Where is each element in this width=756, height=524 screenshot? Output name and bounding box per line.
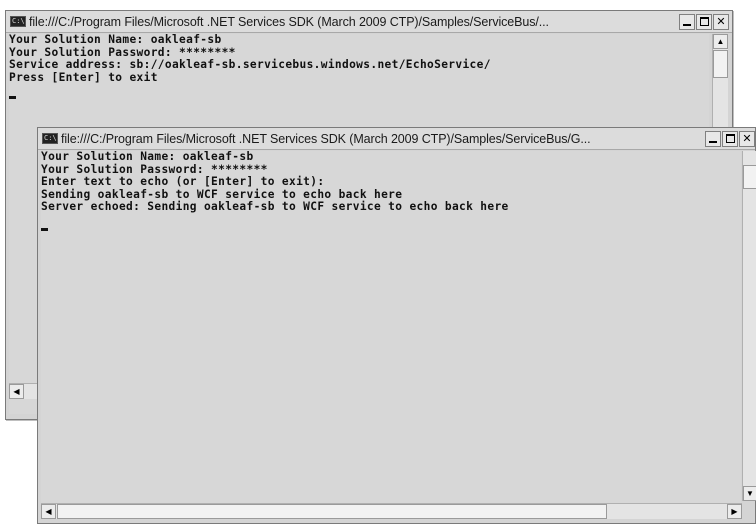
minimize-button[interactable]: [705, 130, 721, 147]
console-line: Your Solution Name: oakleaf-sb: [41, 151, 254, 163]
minimize-button[interactable]: [679, 13, 695, 30]
title-bar[interactable]: C:\ file:///C:/Program Files/Microsoft .…: [6, 11, 732, 33]
close-button[interactable]: ✕: [739, 130, 755, 147]
scroll-up-button[interactable]: ▲: [713, 34, 728, 49]
close-icon: ✕: [742, 131, 752, 145]
maximize-button[interactable]: [722, 130, 738, 147]
scroll-left-button[interactable]: ◀: [9, 384, 24, 399]
title-bar[interactable]: C:\ file:///C:/Program Files/Microsoft .…: [38, 128, 755, 150]
console-icon: C:\: [42, 133, 58, 144]
console-line: Press [Enter] to exit: [9, 70, 158, 84]
scroll-left-button[interactable]: ◀: [41, 504, 56, 519]
maximize-button[interactable]: [696, 13, 712, 30]
console-output[interactable]: Your Solution Name: oakleaf-sb Your Solu…: [41, 151, 741, 503]
window-title: file:///C:/Program Files/Microsoft .NET …: [61, 131, 591, 146]
console-line: Enter text to echo (or [Enter] to exit):: [41, 175, 325, 189]
scroll-thumb[interactable]: [743, 165, 756, 189]
console-icon: C:\: [10, 16, 26, 27]
window-title: file:///C:/Program Files/Microsoft .NET …: [29, 14, 549, 29]
close-icon: ✕: [716, 14, 726, 28]
console-line: Service address: sb://oakleaf-sb.service…: [9, 58, 491, 72]
scroll-down-button[interactable]: ▼: [743, 486, 756, 501]
text-cursor: [9, 96, 16, 100]
vertical-scrollbar[interactable]: ▼: [742, 151, 756, 501]
horizontal-scrollbar[interactable]: ◀ ▶: [41, 503, 742, 519]
console-line: Your Solution Name: oakleaf-sb: [9, 34, 222, 46]
scroll-right-button[interactable]: ▶: [727, 504, 742, 519]
console-line: Server echoed: Sending oakleaf-sb to WCF…: [41, 200, 509, 214]
console-window-client[interactable]: C:\ file:///C:/Program Files/Microsoft .…: [37, 127, 756, 524]
scroll-thumb-horizontal[interactable]: [57, 504, 607, 519]
text-cursor: [41, 227, 48, 231]
close-button[interactable]: ✕: [713, 13, 729, 30]
scroll-thumb[interactable]: [713, 50, 728, 78]
